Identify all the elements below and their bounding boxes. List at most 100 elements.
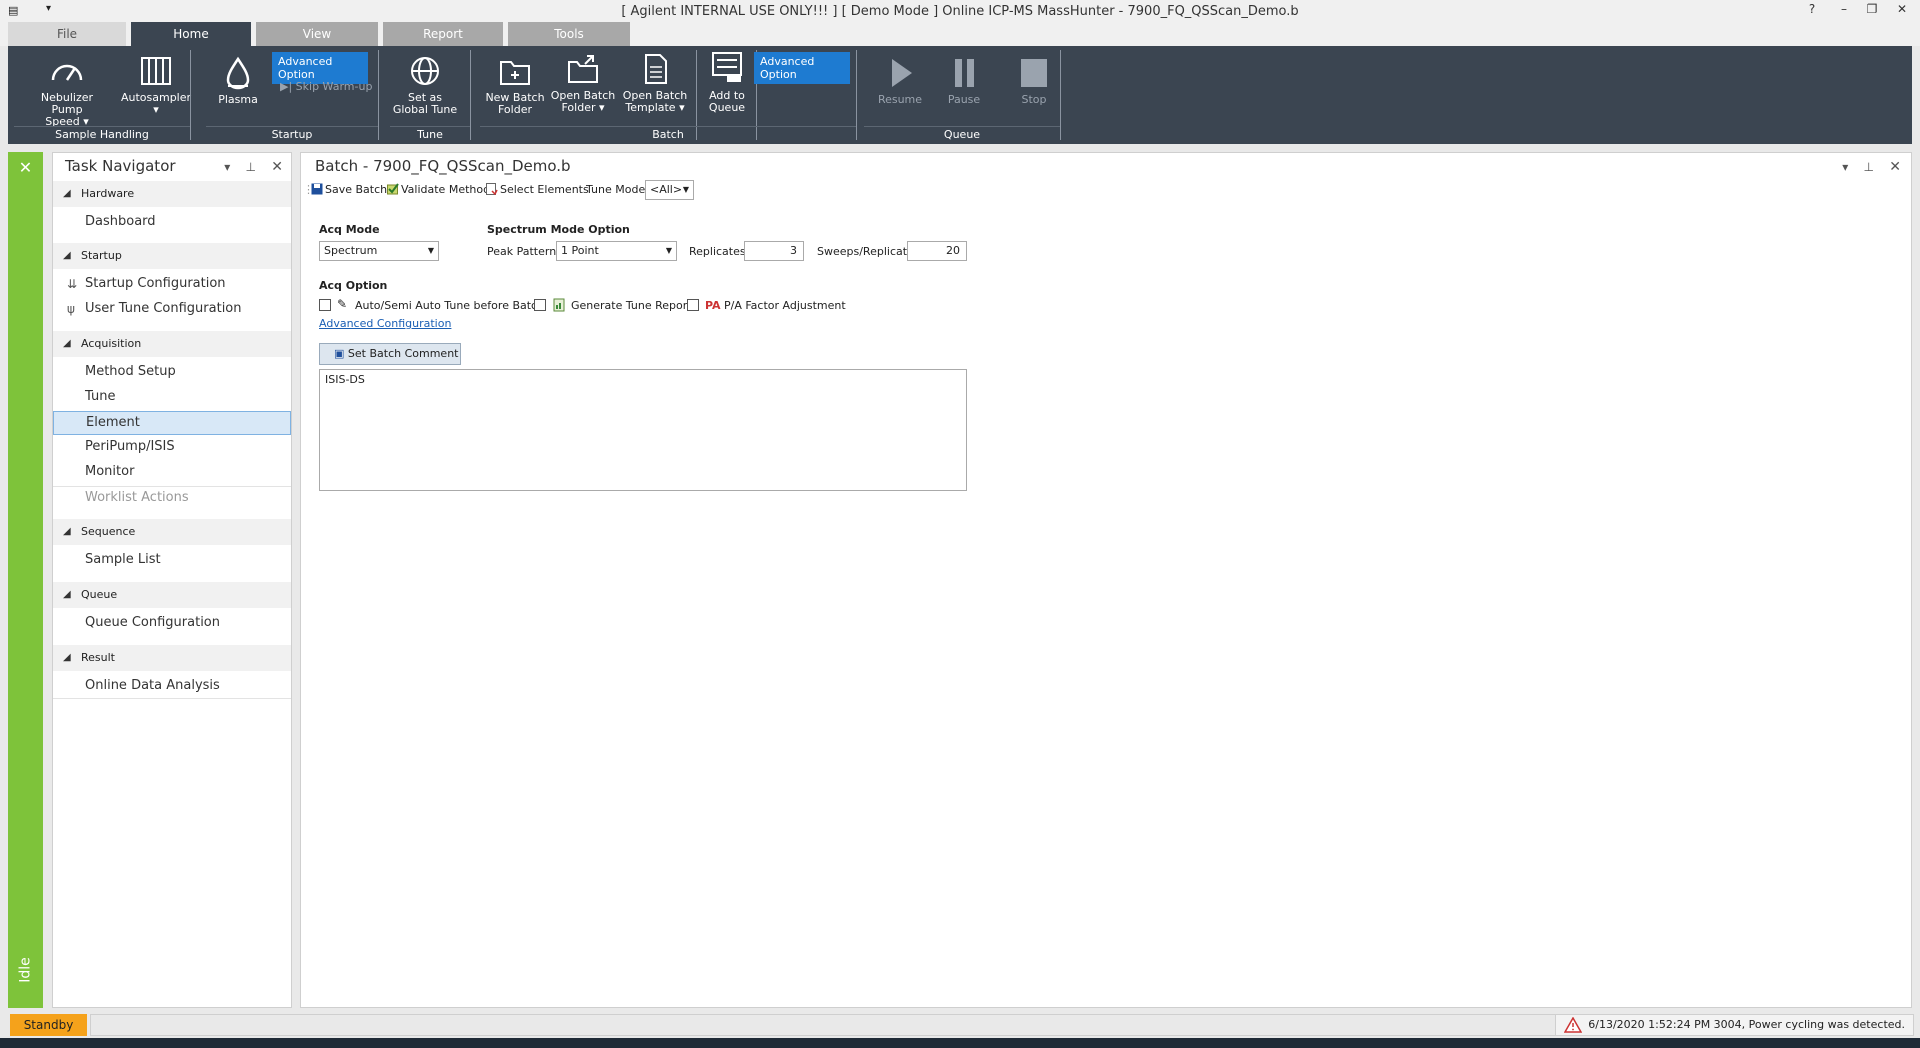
group-batch: Batch — [480, 126, 856, 142]
collapse-triangle-icon: ◢ — [63, 250, 71, 261]
group-startup: Startup — [206, 126, 378, 142]
nav-item-element[interactable]: Element — [53, 411, 291, 435]
plasma-button[interactable]: Plasma — [208, 56, 268, 106]
chevron-down-icon: ▼ — [682, 185, 689, 194]
close-icon[interactable]: ✕ — [1889, 159, 1901, 175]
save-batch-button[interactable]: Save Batch — [311, 183, 387, 196]
instrument-status-strip: ✕ Idle — [8, 152, 43, 1008]
periodic-table-icon — [486, 183, 498, 195]
help-button[interactable]: ? — [1800, 2, 1824, 16]
generate-tune-report-label: Generate Tune Report — [571, 299, 692, 312]
minimize-button[interactable]: – — [1832, 2, 1856, 16]
nav-section-queue[interactable]: ◢ Queue — [53, 582, 291, 608]
pin-icon[interactable]: ⊥ — [246, 160, 256, 174]
dropdown-icon[interactable]: ▾ — [224, 160, 230, 174]
restore-button[interactable]: ❐ — [1860, 2, 1884, 16]
nav-item-queue-configuration[interactable]: Queue Configuration — [53, 612, 291, 634]
nav-section-sequence[interactable]: ◢ Sequence — [53, 519, 291, 545]
pa-factor-icon: PA — [705, 299, 721, 312]
open-folder-icon — [568, 55, 598, 83]
peak-pattern-select[interactable]: 1 Point ▼ — [556, 241, 677, 261]
skip-warmup-button[interactable]: ▶| Skip Warm-up — [280, 80, 372, 93]
gauge-icon — [51, 64, 83, 81]
document-icon — [645, 54, 667, 84]
group-queue: Queue — [864, 126, 1060, 142]
auto-tune-icon: ✎ — [337, 297, 348, 311]
collapse-triangle-icon: ◢ — [63, 652, 71, 663]
pause-button[interactable]: Pause — [934, 56, 994, 106]
tab-file[interactable]: File — [8, 22, 126, 46]
resume-button[interactable]: Resume — [870, 56, 930, 106]
group-sample-handling: Sample Handling — [14, 126, 190, 142]
plasma-icon — [226, 56, 250, 90]
tab-home[interactable]: Home — [131, 22, 251, 46]
startup-config-icon: ⇊ — [67, 277, 78, 291]
collapse-triangle-icon: ◢ — [63, 526, 71, 537]
close-icon[interactable]: ✕ — [271, 159, 283, 175]
pa-factor-checkbox[interactable] — [687, 299, 699, 311]
replicates-input[interactable]: 3 — [744, 241, 804, 261]
nav-item-monitor[interactable]: Monitor — [53, 461, 291, 483]
tune-fork-icon: ψ — [67, 302, 75, 316]
validate-method-button[interactable]: Validate Method — [387, 183, 490, 196]
nav-item-online-data-analysis[interactable]: Online Data Analysis — [53, 675, 291, 699]
nav-item-tune[interactable]: Tune — [53, 386, 291, 408]
advanced-option-batch[interactable]: Advanced Option — [754, 52, 850, 84]
tune-mode-select[interactable]: <All> ▼ — [645, 180, 694, 200]
close-window-button[interactable]: ✕ — [1890, 2, 1914, 16]
title-bar: ▤ ▾ [ Agilent INTERNAL USE ONLY!!! ] [ D… — [0, 0, 1920, 22]
nav-section-acquisition[interactable]: ◢ Acquisition — [53, 331, 291, 357]
nav-section-result[interactable]: ◢ Result — [53, 645, 291, 671]
open-batch-folder-button[interactable]: Open Batch Folder ▾ — [550, 52, 616, 114]
nav-item-method-setup[interactable]: Method Setup — [53, 361, 291, 383]
select-elements-button[interactable]: Select Elements — [486, 183, 589, 196]
tune-mode-label: Tune Mode: — [586, 183, 649, 196]
tab-view[interactable]: View — [256, 22, 378, 46]
open-batch-template-button[interactable]: Open Batch Template ▾ — [620, 52, 690, 114]
collapse-strip-icon[interactable]: ✕ — [8, 158, 43, 177]
nav-section-startup[interactable]: ◢ Startup — [53, 243, 291, 269]
validate-check-icon — [387, 183, 399, 195]
generate-tune-report-checkbox[interactable] — [534, 299, 546, 311]
nav-item-user-tune-configuration[interactable]: ψ User Tune Configuration — [53, 298, 291, 320]
pause-icon — [955, 59, 974, 87]
set-as-global-tune-button[interactable]: Set as Global Tune — [390, 54, 460, 116]
batch-panel: Batch - 7900_FQ_QSScan_Demo.b ▾ ⊥ ✕ ⋮ Sa… — [300, 152, 1912, 1008]
report-icon — [553, 298, 565, 312]
new-folder-icon — [500, 61, 530, 85]
nav-item-dashboard[interactable]: Dashboard — [53, 211, 291, 233]
acq-option-label: Acq Option — [319, 279, 388, 292]
acq-mode-label: Acq Mode — [319, 223, 380, 236]
autosampler-button[interactable]: Autosampler ▾ — [114, 54, 198, 116]
nav-section-hardware[interactable]: ◢ Hardware — [53, 181, 291, 207]
standby-badge: Standby — [10, 1014, 87, 1036]
dropdown-icon[interactable]: ▾ — [1842, 160, 1848, 174]
sweeps-replicate-input[interactable]: 20 — [907, 241, 967, 261]
nav-item-sample-list[interactable]: Sample List — [53, 549, 291, 571]
instrument-status: Idle — [17, 957, 34, 983]
task-navigator-title: Task Navigator — [65, 157, 176, 175]
pin-icon[interactable]: ⊥ — [1864, 160, 1874, 174]
nav-item-peripump-isis[interactable]: PeriPump/ISIS — [53, 436, 291, 458]
spectrum-mode-option-label: Spectrum Mode Option — [487, 223, 630, 236]
ribbon-tabs: File Home View Report Tools — [0, 22, 1920, 46]
peak-pattern-label: Peak Pattern: — [487, 245, 560, 258]
tab-report[interactable]: Report — [383, 22, 503, 46]
add-to-queue-button[interactable]: Add to Queue — [700, 50, 754, 114]
collapse-triangle-icon: ◢ — [63, 338, 71, 349]
stop-button[interactable]: Stop — [1004, 56, 1064, 106]
advanced-configuration-link[interactable]: Advanced Configuration — [319, 317, 451, 330]
new-batch-folder-button[interactable]: New Batch Folder — [482, 54, 548, 116]
nebulizer-pump-speed-button[interactable]: Nebulizer Pump Speed ▾ — [26, 54, 108, 128]
nav-item-worklist-actions[interactable]: Worklist Actions — [53, 486, 291, 510]
sweeps-replicate-label: Sweeps/Replicate — [817, 245, 914, 258]
acq-mode-select[interactable]: Spectrum ▼ — [319, 241, 439, 261]
alert-message[interactable]: 6/13/2020 1:52:24 PM 3004, Power cycling… — [1555, 1014, 1914, 1036]
auto-tune-label: Auto/Semi Auto Tune before Batch — [355, 299, 545, 312]
batch-comment-textarea[interactable]: ISIS-DS — [319, 369, 967, 491]
tab-tools[interactable]: Tools — [508, 22, 630, 46]
auto-tune-checkbox[interactable] — [319, 299, 331, 311]
comment-icon: ▣ — [334, 347, 345, 360]
nav-item-startup-configuration[interactable]: ⇊ Startup Configuration — [53, 273, 291, 295]
set-batch-comment-button[interactable]: ▣ Set Batch Comment — [319, 343, 461, 365]
